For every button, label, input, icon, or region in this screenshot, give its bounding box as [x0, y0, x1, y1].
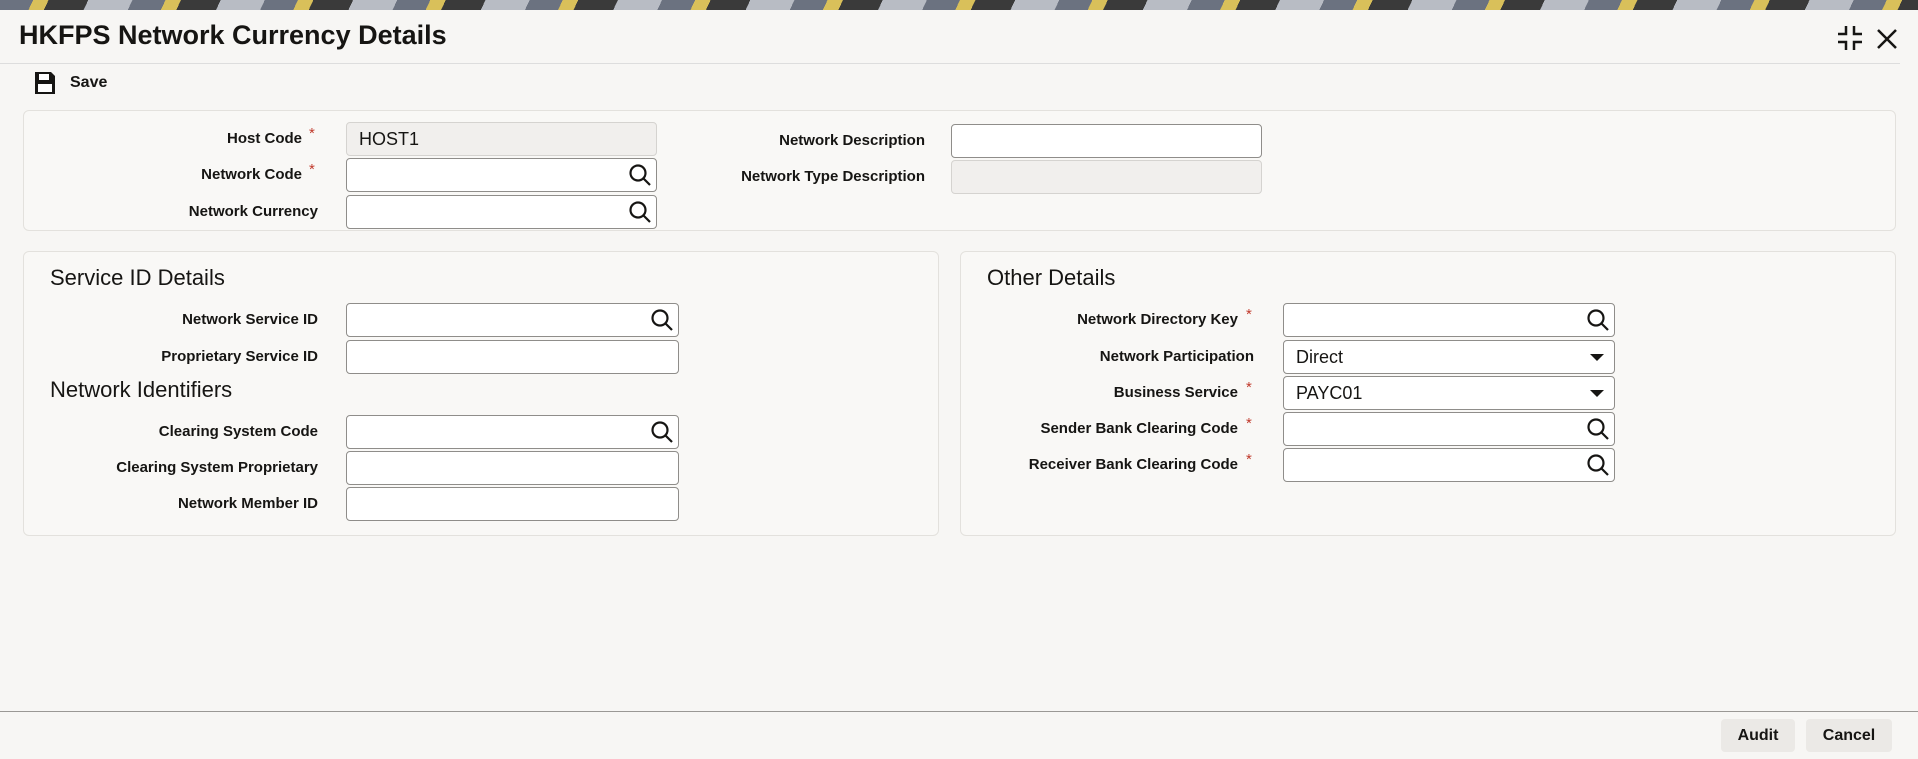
network-description-field[interactable] [951, 124, 1262, 158]
network-service-id-label: Network Service ID [182, 311, 318, 328]
network-code-field[interactable] [346, 158, 657, 192]
network-participation-label: Network Participation [1099, 348, 1254, 365]
proprietary-service-id-field[interactable] [346, 340, 679, 374]
receiver-bank-clearing-code-label: Receiver Bank Clearing Code [1028, 456, 1238, 473]
save-label: Save [70, 74, 108, 91]
network-type-description-label: Network Type Description [741, 168, 925, 185]
business-service-select[interactable]: PAYC01 [1283, 376, 1615, 410]
save-button[interactable]: Save [34, 71, 107, 95]
network-participation-value: Direct [1296, 347, 1344, 367]
page-title: HKFPS Network Currency Details [19, 20, 447, 50]
search-icon[interactable] [628, 163, 652, 187]
cancel-button[interactable]: Cancel [1806, 719, 1892, 752]
network-currency-label: Network Currency [188, 203, 318, 220]
search-icon[interactable] [650, 420, 674, 444]
network-service-id-field[interactable] [346, 303, 679, 337]
clearing-system-code-field[interactable] [346, 415, 679, 449]
required-indicator: * [1246, 451, 1252, 468]
receiver-bank-clearing-code-field[interactable] [1283, 448, 1615, 482]
footer-divider [0, 711, 1918, 712]
search-icon[interactable] [650, 308, 674, 332]
network-participation-select[interactable]: Direct [1283, 340, 1615, 374]
network-identifiers-heading: Network Identifiers [50, 377, 233, 402]
business-service-value: PAYC01 [1296, 383, 1363, 403]
network-code-label: Network Code [201, 166, 302, 183]
required-indicator: * [1246, 415, 1252, 432]
host-code-field[interactable]: HOST1 [346, 122, 657, 156]
chevron-down-icon [1590, 354, 1604, 361]
search-icon[interactable] [1586, 417, 1610, 441]
title-divider [0, 63, 1900, 64]
host-code-label: Host Code [227, 130, 302, 147]
header-banner [0, 0, 1918, 10]
sender-bank-clearing-code-label: Sender Bank Clearing Code [1040, 420, 1238, 437]
network-member-id-field[interactable] [346, 487, 679, 521]
network-member-id-label: Network Member ID [177, 495, 318, 512]
other-details-heading: Other Details [987, 265, 1116, 290]
search-icon[interactable] [1586, 308, 1610, 332]
search-icon[interactable] [628, 200, 652, 224]
network-directory-key-label: Network Directory Key [1077, 311, 1238, 328]
network-currency-field[interactable] [346, 195, 657, 229]
audit-button[interactable]: Audit [1721, 719, 1795, 752]
required-indicator: * [309, 125, 315, 142]
required-indicator: * [309, 161, 315, 178]
close-icon[interactable] [1874, 24, 1900, 58]
network-description-label: Network Description [779, 132, 925, 149]
clearing-system-proprietary-field[interactable] [346, 451, 679, 485]
clearing-system-code-label: Clearing System Code [158, 423, 318, 440]
business-service-label: Business Service [1113, 384, 1238, 401]
search-icon[interactable] [1586, 453, 1610, 477]
clearing-system-proprietary-label: Clearing System Proprietary [116, 459, 318, 476]
proprietary-service-id-label: Proprietary Service ID [161, 348, 318, 365]
service-id-details-heading: Service ID Details [50, 265, 225, 290]
collapse-icon[interactable] [1836, 24, 1864, 58]
required-indicator: * [1246, 306, 1252, 323]
chevron-down-icon [1590, 390, 1604, 397]
network-directory-key-field[interactable] [1283, 303, 1615, 337]
sender-bank-clearing-code-field[interactable] [1283, 412, 1615, 446]
required-indicator: * [1246, 379, 1252, 396]
save-icon [35, 72, 55, 94]
network-type-description-field [951, 160, 1262, 194]
